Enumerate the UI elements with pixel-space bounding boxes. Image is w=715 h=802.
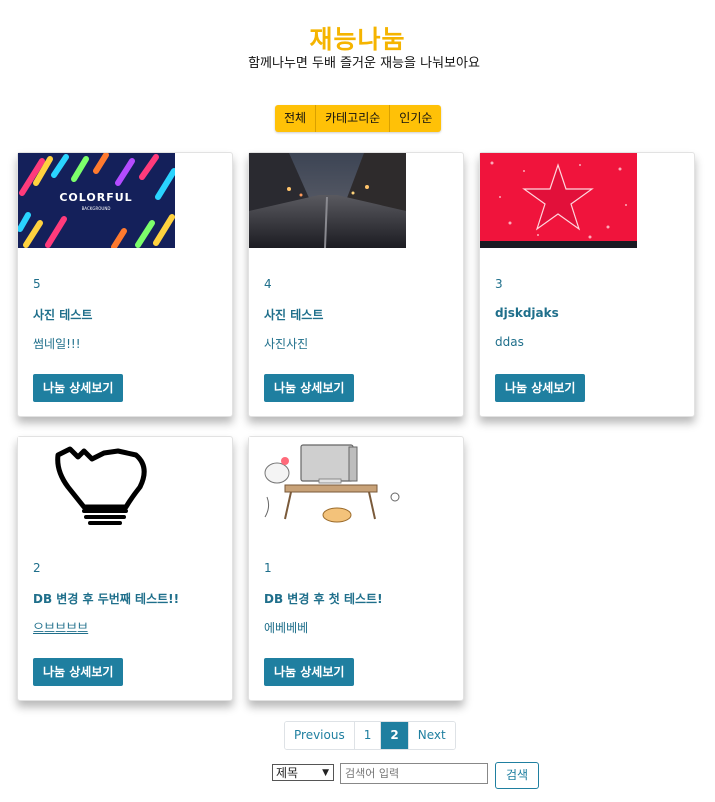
post-title: DB 변경 후 첫 테스트! (264, 592, 383, 606)
filter-all-button[interactable]: 전체 (275, 105, 317, 132)
cobblestone-street-image (249, 153, 406, 248)
previous-page-button[interactable]: Previous (285, 722, 355, 749)
post-title: djskdjaks (495, 306, 559, 320)
colorful-background-image: COLORFUL BACKGROUND (18, 153, 175, 248)
detail-button[interactable]: 나눔 상세보기 (495, 374, 586, 402)
broken-lightbulb-image (18, 437, 175, 532)
post-card: 1 DB 변경 후 첫 테스트! 에베베베 나눔 상세보기 (248, 436, 464, 701)
detail-button[interactable]: 나눔 상세보기 (33, 658, 124, 686)
post-number: 4 (264, 277, 272, 291)
search-bar: 제목 ▼ 검색 (0, 762, 715, 790)
post-title: DB 변경 후 두번째 테스트!! (33, 592, 180, 606)
thumbnail-subtext: BACKGROUND (82, 206, 111, 211)
post-title: 사진 테스트 (33, 308, 93, 322)
search-field-selected: 제목 (276, 766, 299, 780)
post-number: 3 (495, 277, 503, 291)
post-description: 으브브브브 (33, 621, 89, 635)
page-subtitle: 함께나누면 두배 즐거운 재능을 나눠보아요 (248, 56, 480, 71)
detail-button[interactable]: 나눔 상세보기 (33, 374, 124, 402)
post-card: 3 djskdjaks ddas 나눔 상세보기 (479, 152, 695, 417)
post-description: ddas (495, 335, 524, 349)
filter-button-group: 전체 카테고리순 인기순 (275, 105, 442, 132)
red-star-image (480, 153, 637, 248)
chevron-down-icon: ▼ (322, 768, 329, 778)
detail-button[interactable]: 나눔 상세보기 (264, 374, 355, 402)
post-card: 4 사진 테스트 사진사진 나눔 상세보기 (248, 152, 464, 417)
filter-popular-button[interactable]: 인기순 (390, 105, 441, 132)
post-number: 5 (33, 277, 41, 291)
post-title: 사진 테스트 (264, 308, 324, 322)
search-input[interactable] (340, 763, 488, 784)
page-title: 재능나눔 (309, 25, 406, 54)
post-card: 2 DB 변경 후 두번째 테스트!! 으브브브브 나눔 상세보기 (17, 436, 233, 701)
computer-desk-drawing-image (249, 437, 406, 532)
search-field-select[interactable]: 제목 ▼ (272, 764, 334, 781)
post-description: 에베베베 (264, 621, 309, 635)
post-number: 2 (33, 561, 41, 575)
detail-button[interactable]: 나눔 상세보기 (264, 658, 355, 686)
post-description: 사진사진 (264, 337, 309, 351)
post-description: 썸네일!!! (33, 337, 81, 351)
page-2-button[interactable]: 2 (381, 722, 409, 749)
pagination: Previous 1 2 Next (284, 721, 456, 750)
post-card: COLORFUL BACKGROUND 5 사진 테스트 썸네일!!! 나눔 상… (17, 152, 233, 417)
page-1-button[interactable]: 1 (354, 722, 382, 749)
post-number: 1 (264, 561, 272, 575)
thumbnail-text: COLORFUL (59, 191, 132, 204)
filter-category-button[interactable]: 카테고리순 (316, 105, 391, 132)
search-button[interactable]: 검색 (495, 762, 539, 789)
next-page-button[interactable]: Next (408, 722, 455, 749)
